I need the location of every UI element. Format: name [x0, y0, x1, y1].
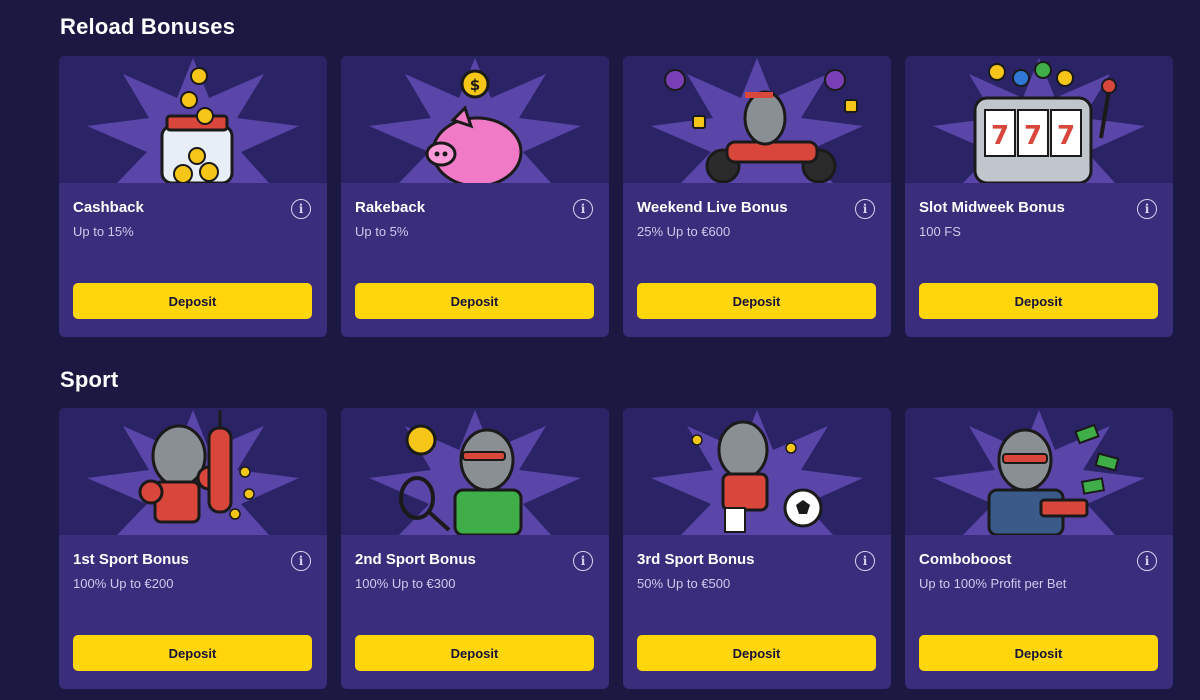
bonus-card-cashback: Cashback i Up to 15% Deposit — [59, 56, 327, 337]
card-title: Slot Midweek Bonus — [919, 199, 1065, 216]
card-subtitle: Up to 100% Profit per Bet — [919, 576, 1067, 591]
bonus-card-2nd-sport: 2nd Sport Bonus i 100% Up to €300 Deposi… — [341, 408, 609, 689]
reload-bonuses-grid: Cashback i Up to 15% Deposit $ Rakeback … — [59, 56, 1173, 337]
svg-text:7: 7 — [1057, 121, 1075, 151]
card-art — [59, 56, 327, 183]
card-art — [623, 56, 891, 183]
deposit-button[interactable]: Deposit — [73, 283, 312, 319]
card-title: Comboboost — [919, 551, 1012, 568]
card-title: 2nd Sport Bonus — [355, 551, 476, 568]
card-art: $ — [341, 56, 609, 183]
info-icon[interactable]: i — [291, 551, 311, 571]
card-title: 1st Sport Bonus — [73, 551, 189, 568]
svg-text:$: $ — [470, 76, 480, 94]
card-art: 7 7 7 — [905, 56, 1173, 183]
card-subtitle: 100 FS — [919, 224, 961, 239]
deposit-button[interactable]: Deposit — [73, 635, 312, 671]
bonus-card-comboboost: Comboboost i Up to 100% Profit per Bet D… — [905, 408, 1173, 689]
svg-text:7: 7 — [991, 121, 1009, 151]
deposit-button[interactable]: Deposit — [919, 283, 1158, 319]
card-subtitle: 50% Up to €500 — [637, 576, 731, 591]
info-icon[interactable]: i — [291, 199, 311, 219]
coin-jar-icon — [87, 58, 299, 183]
rhino-boxer-icon — [87, 410, 299, 535]
info-icon[interactable]: i — [1137, 551, 1157, 571]
card-art — [59, 408, 327, 535]
card-subtitle: 100% Up to €300 — [355, 576, 456, 591]
card-art — [905, 408, 1173, 535]
sport-grid: 1st Sport Bonus i 100% Up to €200 Deposi… — [59, 408, 1173, 689]
card-subtitle: Up to 15% — [73, 224, 134, 239]
card-subtitle: 25% Up to €600 — [637, 224, 731, 239]
bonus-card-slot-midweek: 7 7 7 Slot Midweek Bonus i 100 FS Deposi… — [905, 56, 1173, 337]
rhino-motorcycle-icon — [651, 58, 863, 183]
card-title: 3rd Sport Bonus — [637, 551, 755, 568]
card-subtitle: 100% Up to €200 — [73, 576, 174, 591]
rhino-soccer-icon — [651, 410, 863, 535]
info-icon[interactable]: i — [573, 199, 593, 219]
rhino-money-gun-icon — [933, 410, 1145, 535]
deposit-button[interactable]: Deposit — [637, 635, 876, 671]
card-title: Weekend Live Bonus — [637, 199, 788, 216]
info-icon[interactable]: i — [573, 551, 593, 571]
card-title: Cashback — [73, 199, 144, 216]
section-title-reload-bonuses: Reload Bonuses — [60, 14, 236, 39]
card-art — [623, 408, 891, 535]
bonus-card-1st-sport: 1st Sport Bonus i 100% Up to €200 Deposi… — [59, 408, 327, 689]
info-icon[interactable]: i — [855, 199, 875, 219]
bonus-card-weekend-live: Weekend Live Bonus i 25% Up to €600 Depo… — [623, 56, 891, 337]
rhino-tennis-icon — [369, 410, 581, 535]
deposit-button[interactable]: Deposit — [637, 283, 876, 319]
slot-machine-777-icon: 7 7 7 — [933, 58, 1145, 183]
card-art — [341, 408, 609, 535]
info-icon[interactable]: i — [855, 551, 875, 571]
deposit-button[interactable]: Deposit — [355, 635, 594, 671]
card-subtitle: Up to 5% — [355, 224, 409, 239]
deposit-button[interactable]: Deposit — [355, 283, 594, 319]
bonus-card-rakeback: $ Rakeback i Up to 5% Deposit — [341, 56, 609, 337]
bonus-card-3rd-sport: 3rd Sport Bonus i 50% Up to €500 Deposit — [623, 408, 891, 689]
piggy-bank-icon: $ — [369, 58, 581, 183]
info-icon[interactable]: i — [1137, 199, 1157, 219]
svg-text:7: 7 — [1024, 121, 1042, 151]
deposit-button[interactable]: Deposit — [919, 635, 1158, 671]
card-title: Rakeback — [355, 199, 426, 216]
section-title-sport: Sport — [60, 367, 119, 392]
